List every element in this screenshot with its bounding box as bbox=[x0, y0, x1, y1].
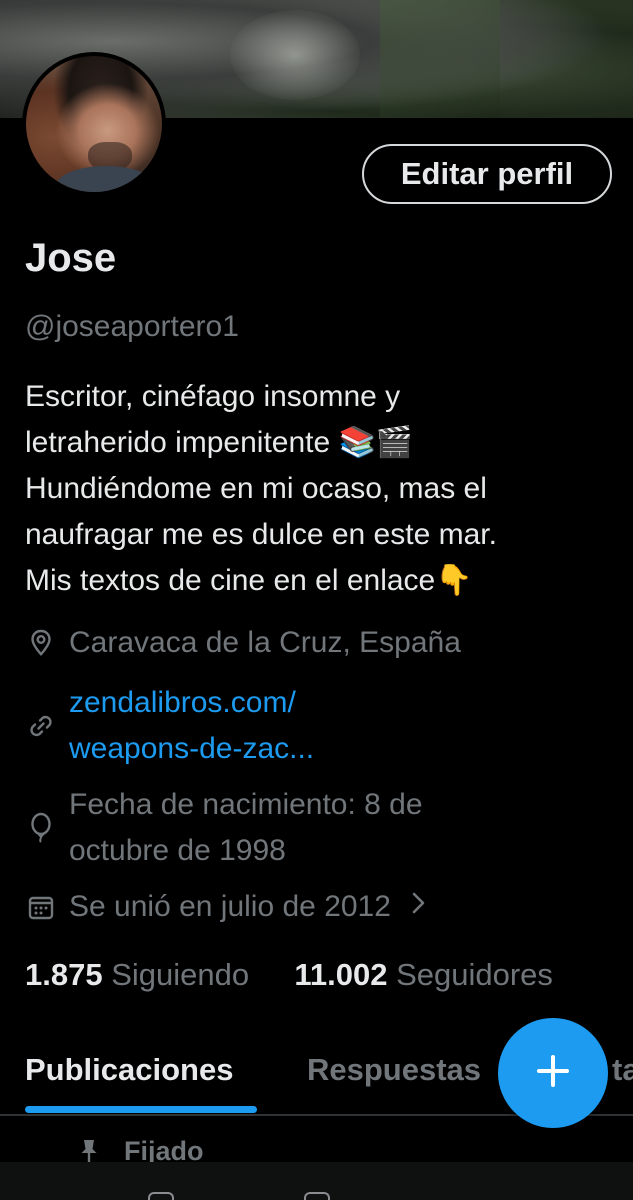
profile-joined[interactable]: Se unió en julio de 2012 bbox=[25, 884, 427, 930]
system-navigation-bar bbox=[0, 1162, 633, 1200]
location-pin-icon bbox=[25, 620, 57, 666]
bio-line: Hundiéndome en mi ocaso, mas el bbox=[25, 472, 487, 505]
following-label: Siguiendo bbox=[111, 957, 250, 992]
followers-count: 11.002 bbox=[294, 957, 388, 992]
profile-link[interactable]: zendalibros.com/ weapons-de-zac... bbox=[25, 680, 314, 772]
following-link[interactable]: 1.875 Siguiendo bbox=[25, 957, 249, 992]
recent-apps-icon[interactable] bbox=[148, 1192, 174, 1200]
profile-bio: Escritor, cinéfago insomne y letraherido… bbox=[25, 374, 615, 604]
avatar-container[interactable] bbox=[22, 52, 166, 196]
chevron-right-icon[interactable] bbox=[411, 884, 427, 930]
birthday-text: octubre de 1998 bbox=[69, 834, 286, 867]
location-text: Caravaca de la Cruz, España bbox=[69, 626, 461, 659]
avatar-detail bbox=[56, 166, 156, 192]
active-tab-indicator bbox=[25, 1106, 257, 1113]
followers-link[interactable]: 11.002 Seguidores bbox=[294, 957, 553, 992]
profile-location: Caravaca de la Cruz, España bbox=[25, 620, 461, 666]
profile-handle: @joseaportero1 bbox=[25, 310, 239, 343]
plus-icon bbox=[535, 1053, 571, 1094]
joined-text: Se unió en julio de 2012 bbox=[69, 890, 391, 923]
compose-button[interactable] bbox=[498, 1018, 608, 1128]
balloon-icon bbox=[25, 782, 57, 874]
tab-next[interactable]: ta bbox=[612, 1052, 633, 1088]
link-text[interactable]: weapons-de-zac... bbox=[69, 726, 314, 772]
bio-line: letraherido impenitente 📚🎬 bbox=[25, 426, 414, 459]
link-text[interactable]: zendalibros.com/ bbox=[69, 680, 314, 726]
link-icon bbox=[25, 680, 57, 772]
home-icon[interactable] bbox=[304, 1192, 330, 1200]
bio-line: naufragar me es dulce en este mar. bbox=[25, 518, 497, 551]
avatar[interactable] bbox=[26, 56, 162, 192]
calendar-icon bbox=[25, 884, 57, 930]
profile-stats: 1.875 Siguiendo 11.002 Seguidores bbox=[25, 952, 553, 998]
profile-name: Jose bbox=[25, 236, 117, 280]
banner-figure bbox=[230, 10, 360, 100]
profile-birthday: Fecha de nacimiento: 8 de octubre de 199… bbox=[25, 782, 423, 874]
following-count: 1.875 bbox=[25, 957, 103, 992]
banner-figure bbox=[380, 0, 500, 118]
edit-profile-button[interactable]: Editar perfil bbox=[362, 144, 612, 204]
bio-line: Escritor, cinéfago insomne y bbox=[25, 380, 401, 413]
birthday-text: Fecha de nacimiento: 8 de bbox=[69, 788, 423, 821]
bio-line: Mis textos de cine en el enlace👇 bbox=[25, 564, 473, 597]
tab-respuestas[interactable]: Respuestas bbox=[307, 1052, 481, 1088]
tab-publicaciones[interactable]: Publicaciones bbox=[25, 1052, 233, 1088]
followers-label: Seguidores bbox=[396, 957, 553, 992]
